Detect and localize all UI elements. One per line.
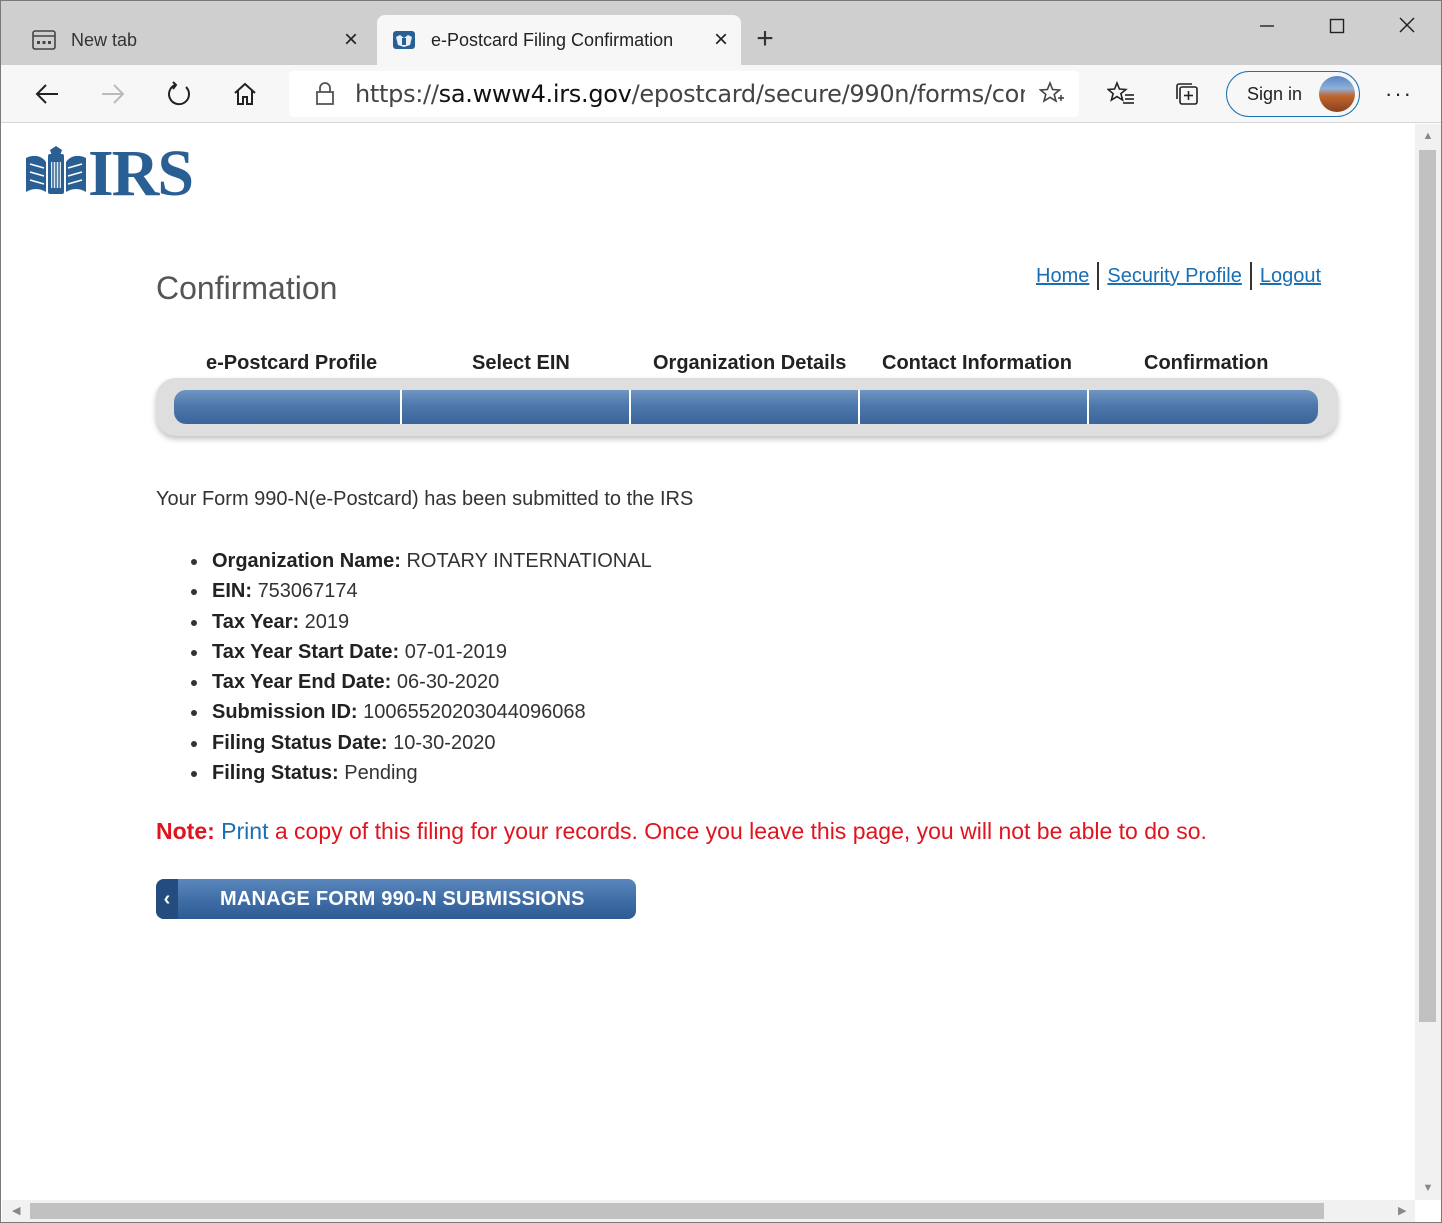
url-scheme: https:// [355, 80, 439, 108]
list-item: Tax Year: 2019 [191, 607, 652, 637]
url-path: /epostcard/secure/990n/forms/confi... [631, 80, 1025, 108]
home-link[interactable]: Home [1036, 265, 1089, 288]
list-item: Filing Status: Pending [191, 758, 652, 788]
note-label: Note: [156, 818, 215, 844]
tab-title: e-Postcard Filing Confirmation [431, 29, 674, 50]
browser-window: New tab × e-Postcard Filing Confirmation… [0, 0, 1442, 1223]
close-tab-icon[interactable]: × [331, 26, 371, 54]
progress-segment [174, 390, 402, 424]
manage-990n-submissions-button[interactable]: ‹ MANAGE FORM 990-N SUBMISSIONS [156, 879, 636, 919]
back-arrow-icon[interactable] [25, 73, 69, 115]
tab-epostcard-confirmation[interactable]: e-Postcard Filing Confirmation × [377, 15, 741, 65]
scroll-left-arrow-icon[interactable]: ◀ [12, 1200, 20, 1222]
step-label-organization-details: Organization Details [653, 352, 847, 374]
forward-arrow-icon[interactable] [91, 73, 135, 115]
favorites-icon[interactable] [1099, 73, 1143, 115]
irs-eagle-icon [26, 146, 86, 194]
detail-value: 07-01-2019 [404, 640, 508, 663]
vertical-scroll-thumb[interactable] [1419, 150, 1436, 1022]
vertical-scrollbar[interactable]: ▲ ▼ [1415, 124, 1441, 1200]
tab-new-tab[interactable]: New tab × [17, 15, 371, 65]
detail-value: 10-30-2020 [393, 731, 496, 754]
sign-in-label: Sign in [1247, 83, 1303, 104]
url-host: sa.www4.irs.gov [438, 80, 632, 108]
progress-bar [174, 390, 1318, 424]
scroll-up-arrow-icon[interactable]: ▲ [1415, 130, 1441, 142]
progress-track [156, 378, 1338, 436]
step-label-confirmation: Confirmation [1144, 352, 1269, 374]
manage-button-label: MANAGE FORM 990-N SUBMISSIONS [220, 887, 585, 910]
irs-logo[interactable]: IRS [24, 137, 194, 210]
maximize-icon[interactable] [1303, 7, 1371, 47]
minimize-icon[interactable] [1233, 7, 1301, 47]
detail-label: Filing Status: [212, 762, 339, 785]
detail-label: Tax Year Start Date: [212, 640, 400, 663]
detail-label: Submission ID: [212, 701, 358, 724]
progress-segment [860, 390, 1089, 424]
detail-label: Tax Year: [212, 610, 300, 633]
window-close-icon[interactable] [1373, 7, 1441, 47]
sign-in-button[interactable]: Sign in [1226, 71, 1360, 117]
detail-label: Tax Year End Date: [212, 671, 392, 694]
horizontal-scrollbar[interactable]: ◀ ▶ [2, 1200, 1415, 1222]
profile-avatar [1319, 76, 1355, 112]
close-tab-icon[interactable]: × [701, 26, 741, 54]
lock-icon[interactable] [309, 82, 341, 106]
new-tab-page-icon [31, 29, 57, 51]
page-title: Confirmation [156, 270, 338, 306]
detail-value: 2019 [304, 610, 350, 633]
scroll-right-arrow-icon[interactable]: ▶ [1398, 1200, 1406, 1222]
list-item: Submission ID: 10065520203044096068 [191, 697, 652, 727]
top-nav-links: Home Security Profile Logout [1036, 262, 1321, 290]
more-options-icon[interactable]: ··· [1377, 73, 1421, 115]
filing-details-list: Organization Name: ROTARY INTERNATIONAL … [191, 546, 652, 788]
progress-segment [631, 390, 860, 424]
refresh-icon[interactable] [157, 73, 201, 115]
page-viewport: IRS Confirmation Home Security Profile L… [2, 124, 1414, 1200]
detail-value: 06-30-2020 [396, 671, 500, 694]
step-label-contact-information: Contact Information [882, 352, 1072, 374]
submission-message: Your Form 990-N(e-Postcard) has been sub… [156, 488, 694, 510]
detail-label: Filing Status Date: [212, 731, 388, 754]
irs-favicon-icon [391, 29, 417, 51]
detail-label: Organization Name: [212, 550, 401, 572]
scroll-down-arrow-icon[interactable]: ▼ [1415, 1182, 1441, 1194]
list-item: EIN: 753067174 [191, 576, 652, 606]
horizontal-scroll-thumb[interactable] [30, 1203, 1324, 1219]
progress-segment [402, 390, 631, 424]
home-icon[interactable] [223, 73, 267, 115]
list-item: Tax Year End Date: 06-30-2020 [191, 667, 652, 697]
detail-value: 753067174 [257, 580, 358, 603]
list-item: Organization Name: ROTARY INTERNATIONAL [191, 546, 652, 576]
detail-value: ROTARY INTERNATIONAL [406, 550, 652, 572]
tab-strip: New tab × e-Postcard Filing Confirmation… [1, 1, 1441, 65]
link-divider [1249, 262, 1252, 290]
address-bar[interactable]: https://sa.www4.irs.gov/epostcard/secure… [289, 71, 1079, 117]
print-note: Note: Print a copy of this filing for yo… [156, 818, 1207, 845]
list-item: Tax Year Start Date: 07-01-2019 [191, 637, 652, 667]
progress-segment [1089, 390, 1318, 424]
note-text: a copy of this filing for your records. … [274, 818, 1207, 844]
logout-link[interactable]: Logout [1260, 265, 1321, 288]
list-item: Filing Status Date: 10-30-2020 [191, 728, 652, 758]
chevron-left-icon: ‹ [156, 879, 178, 919]
step-label-epostcard-profile: e-Postcard Profile [206, 352, 378, 374]
detail-value: Pending [344, 762, 418, 785]
irs-logo-text: IRS [88, 137, 194, 210]
add-favorite-star-icon[interactable] [1025, 81, 1079, 107]
link-divider [1097, 262, 1100, 290]
tab-title: New tab [71, 29, 138, 50]
new-tab-button[interactable]: + [749, 23, 781, 57]
browser-toolbar: https://sa.www4.irs.gov/epostcard/secure… [1, 65, 1441, 123]
step-label-select-ein: Select EIN [472, 352, 570, 374]
detail-label: EIN: [212, 580, 252, 603]
print-link[interactable]: Print [221, 818, 268, 844]
detail-value: 10065520203044096068 [363, 701, 586, 724]
security-profile-link[interactable]: Security Profile [1107, 265, 1242, 288]
url-text[interactable]: https://sa.www4.irs.gov/epostcard/secure… [355, 80, 1025, 108]
collections-icon[interactable] [1165, 73, 1209, 115]
